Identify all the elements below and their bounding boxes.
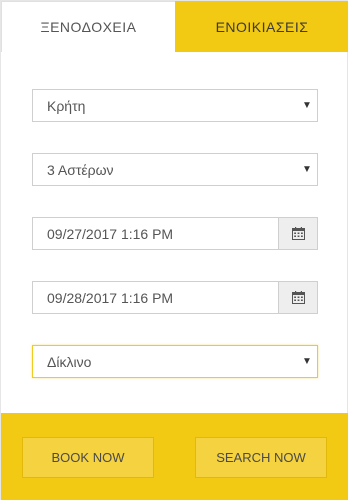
- stars-select[interactable]: 3 Αστέρων ▼: [32, 153, 318, 186]
- checkin-date-field[interactable]: 09/27/2017 1:16 PM: [32, 217, 318, 250]
- tab-hotels[interactable]: ΞΕΝΟΔΟΧΕΙΑ: [1, 1, 175, 52]
- chevron-down-icon: ▼: [302, 164, 312, 175]
- destination-value: Κρήτη: [47, 97, 86, 114]
- checkout-date-field[interactable]: 09/28/2017 1:16 PM: [32, 281, 318, 314]
- checkout-date-value: 09/28/2017 1:16 PM: [47, 289, 174, 306]
- room-type-select[interactable]: Δίκλινο ▼: [32, 345, 318, 378]
- room-type-value: Δίκλινο: [47, 353, 92, 370]
- checkin-date-value: 09/27/2017 1:16 PM: [47, 225, 174, 242]
- chevron-down-icon: ▼: [302, 100, 312, 111]
- chevron-down-icon: ▼: [302, 356, 312, 367]
- search-now-button[interactable]: SEARCH NOW: [195, 437, 327, 478]
- stars-value: 3 Αστέρων: [47, 161, 114, 178]
- calendar-icon[interactable]: [278, 282, 317, 313]
- tab-rentals[interactable]: ΕΝΟΙΚΙΑΣΕΙΣ: [175, 1, 348, 52]
- calendar-icon[interactable]: [278, 218, 317, 249]
- destination-select[interactable]: Κρήτη ▼: [32, 89, 318, 122]
- booking-widget: ΞΕΝΟΔΟΧΕΙΑ ΕΝΟΙΚΙΑΣΕΙΣ Κρήτη ▼ 3 Αστέρων…: [0, 0, 348, 500]
- book-now-button[interactable]: BOOK NOW: [22, 437, 154, 478]
- tab-bar: ΞΕΝΟΔΟΧΕΙΑ ΕΝΟΙΚΙΑΣΕΙΣ: [1, 1, 348, 52]
- action-bar: BOOK NOW SEARCH NOW: [1, 413, 348, 500]
